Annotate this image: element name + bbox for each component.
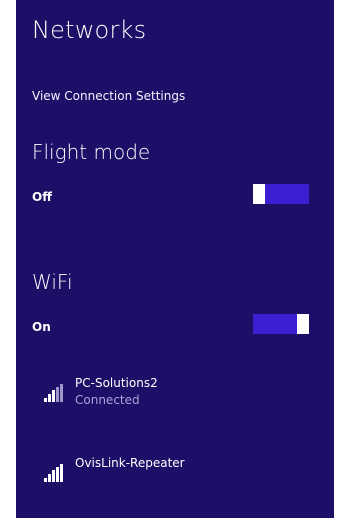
wifi-signal-icon (44, 384, 63, 402)
network-item-ovislink-repeater[interactable]: OvisLink-Repeater (40, 456, 310, 500)
network-name: PC-Solutions2 (75, 376, 158, 390)
wifi-toggle[interactable] (253, 314, 309, 334)
panel-title: Networks (32, 16, 147, 44)
flight-mode-toggle-thumb (253, 184, 265, 204)
flight-mode-heading: Flight mode (32, 140, 151, 164)
view-connection-settings-link[interactable]: View Connection Settings (32, 89, 185, 103)
network-status: Connected (75, 393, 140, 407)
wifi-state: On (32, 320, 51, 334)
flight-mode-toggle[interactable] (253, 184, 309, 204)
networks-panel: Networks View Connection Settings Flight… (16, 0, 334, 518)
wifi-heading: WiFi (32, 270, 73, 294)
wifi-toggle-thumb (297, 314, 309, 334)
flight-mode-state: Off (32, 190, 52, 204)
network-item-pc-solutions2[interactable]: PC-Solutions2 Connected (40, 376, 310, 420)
network-name: OvisLink-Repeater (75, 456, 185, 470)
wifi-signal-icon (44, 464, 63, 482)
